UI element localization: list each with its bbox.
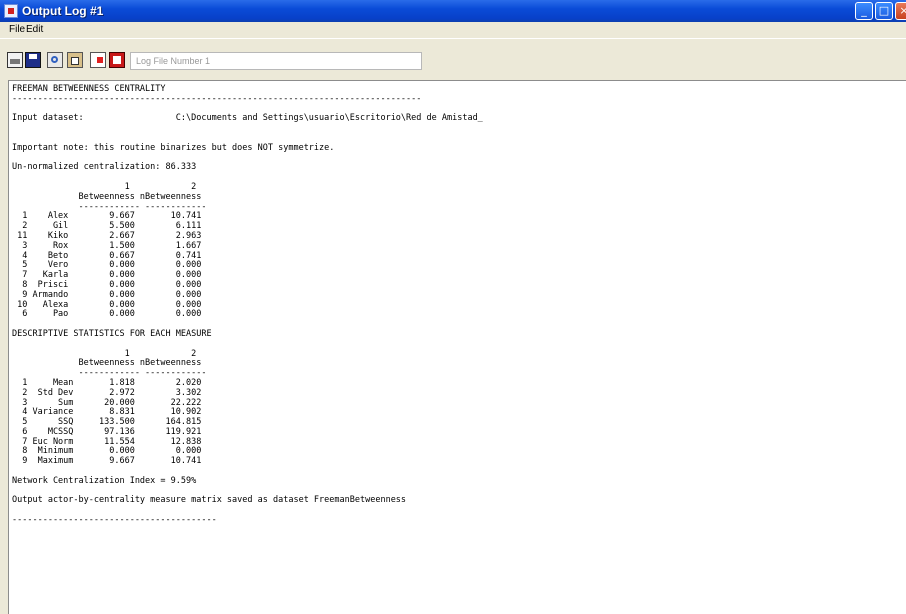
clipboard-icon[interactable]: [67, 52, 83, 68]
app-icon: [4, 4, 18, 18]
toolbar: Log File Number 1: [0, 38, 906, 78]
save-icon[interactable]: [25, 52, 41, 68]
minimize-button[interactable]: _: [855, 2, 873, 20]
menu-file[interactable]: File: [9, 24, 25, 35]
exit-icon[interactable]: [109, 52, 125, 68]
find-icon[interactable]: [47, 52, 63, 68]
menu-edit[interactable]: Edit: [26, 24, 43, 35]
output-text: FREEMAN BETWEENNESS CENTRALITY ---------…: [12, 84, 483, 526]
menu-bar: File Edit: [0, 22, 906, 38]
print-icon[interactable]: [7, 52, 23, 68]
title-bar: Output Log #1 _ □ ×: [0, 0, 906, 22]
maximize-button[interactable]: □: [875, 2, 893, 20]
close-button[interactable]: ×: [895, 2, 906, 20]
delete-icon[interactable]: [90, 52, 106, 68]
window-title: Output Log #1: [22, 4, 104, 18]
output-log-area[interactable]: FREEMAN BETWEENNESS CENTRALITY ---------…: [8, 80, 906, 614]
log-file-field[interactable]: Log File Number 1: [130, 52, 422, 70]
